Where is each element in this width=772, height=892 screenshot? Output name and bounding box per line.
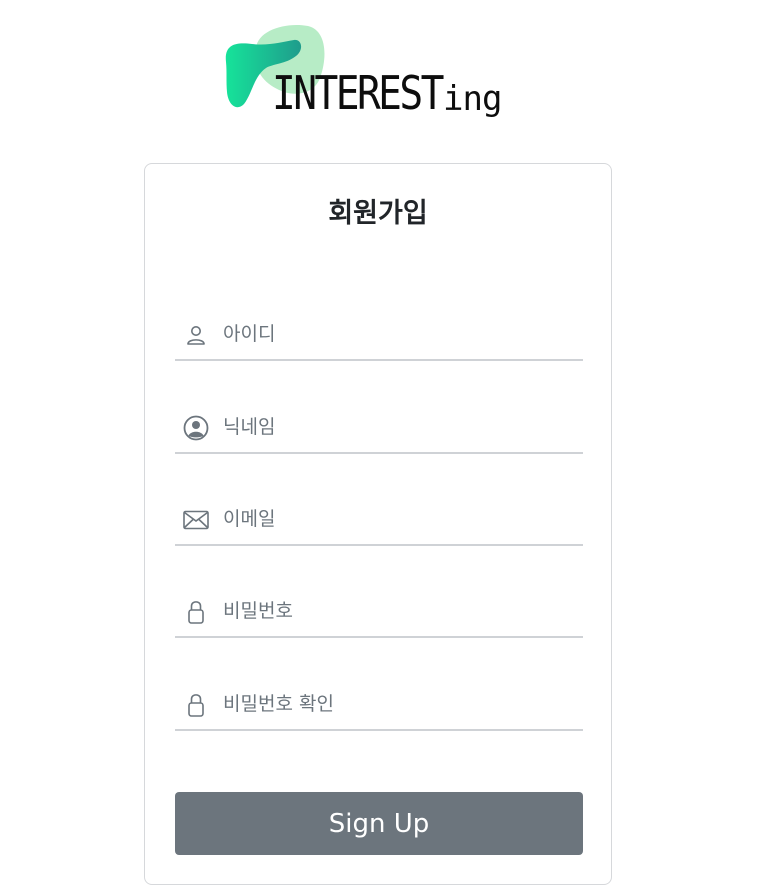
password-input[interactable] bbox=[223, 592, 573, 630]
person-circle-icon bbox=[183, 415, 209, 441]
person-outline-icon bbox=[183, 322, 209, 348]
signup-card: 회원가입 아이디 닉네임 이메일 Sign Up bbox=[144, 163, 612, 885]
email-input[interactable] bbox=[223, 500, 573, 538]
password-confirm-field-row bbox=[175, 679, 583, 731]
logo-wordmark-caps: INTEREST bbox=[272, 66, 444, 120]
lock-icon bbox=[183, 599, 209, 625]
lock-icon bbox=[183, 692, 209, 718]
username-input[interactable] bbox=[223, 315, 573, 353]
password-confirm-input[interactable] bbox=[223, 685, 573, 723]
nickname-field-row bbox=[175, 402, 583, 454]
email-field-row bbox=[175, 494, 583, 546]
logo-wordmark: INTEREST ing bbox=[272, 66, 502, 120]
signup-button[interactable]: Sign Up bbox=[175, 792, 583, 855]
nickname-input[interactable] bbox=[223, 408, 573, 446]
app-logo[interactable]: INTEREST ing bbox=[222, 22, 542, 126]
password-field-row bbox=[175, 586, 583, 638]
logo-wordmark-suffix: ing bbox=[443, 79, 502, 119]
username-field-row bbox=[175, 309, 583, 361]
page-title: 회원가입 bbox=[328, 198, 428, 229]
envelope-icon bbox=[183, 507, 209, 533]
